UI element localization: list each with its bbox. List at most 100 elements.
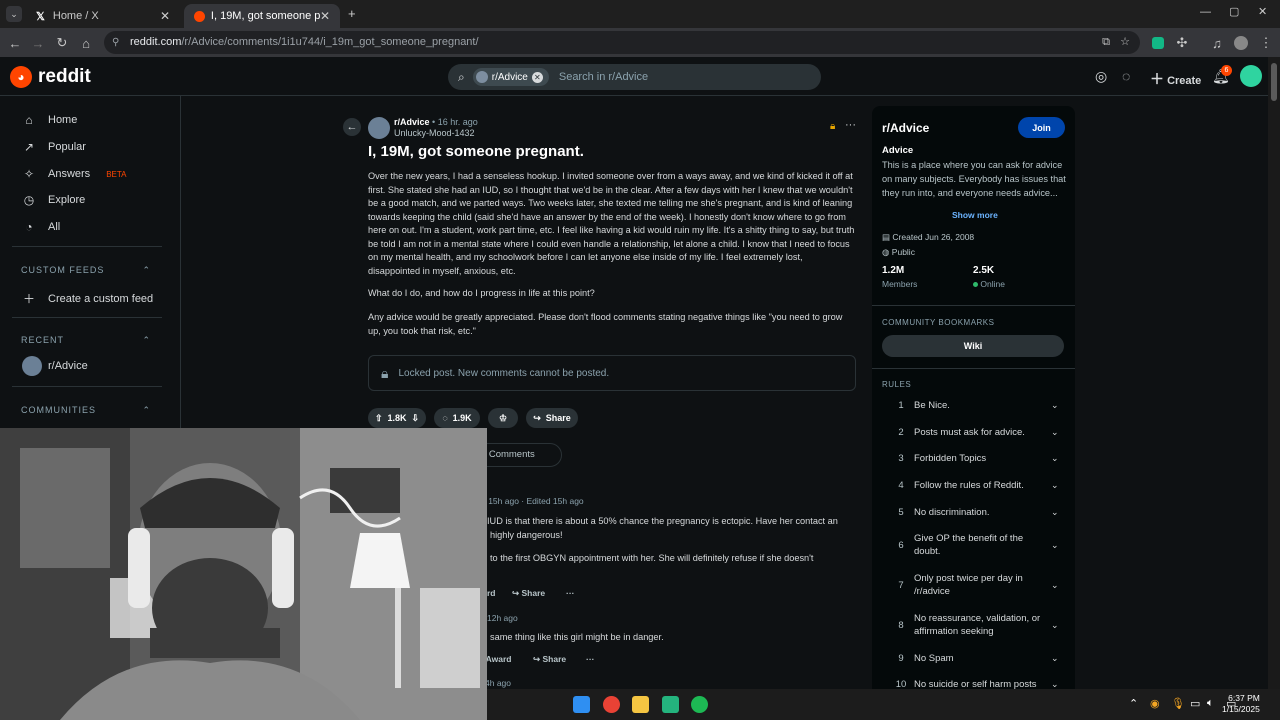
recent-header[interactable]: RECENT ⌃ bbox=[21, 335, 151, 346]
tray-app-icon[interactable]: ◉ bbox=[1150, 697, 1160, 710]
divider bbox=[872, 368, 1075, 369]
back-icon[interactable]: ← bbox=[5, 33, 25, 53]
award-button[interactable]: rd bbox=[487, 588, 496, 598]
taskbar-clock[interactable]: 6:37 PM 1/15/2025 bbox=[1222, 693, 1260, 715]
chevron-down-icon: ⌄ bbox=[1051, 507, 1059, 517]
file-explorer-icon[interactable] bbox=[632, 696, 649, 713]
wiki-button[interactable]: Wiki bbox=[882, 335, 1064, 357]
url-field[interactable]: ⚲ reddit.com/r/Advice/comments/1i1u744/i… bbox=[104, 31, 1140, 54]
community-name[interactable]: r/Advice bbox=[882, 121, 929, 135]
rule-item[interactable]: 2 Posts must ask for advice. ⌄ bbox=[888, 426, 1063, 439]
rule-item[interactable]: 6 Give OP the benefit of the doubt. ⌄ bbox=[888, 532, 1063, 558]
custom-feeds-header[interactable]: CUSTOM FEEDS ⌃ bbox=[21, 265, 151, 276]
award-button[interactable]: ♔ bbox=[488, 408, 518, 428]
advertise-icon[interactable]: ◎ bbox=[1095, 68, 1107, 85]
share-icon: ↪ bbox=[512, 588, 520, 598]
rule-item[interactable]: 9 No Spam ⌄ bbox=[888, 652, 1063, 665]
profile-avatar[interactable] bbox=[1231, 33, 1251, 53]
recent-item-advice[interactable]: r/Advice bbox=[22, 356, 88, 376]
app-icon[interactable] bbox=[662, 696, 679, 713]
section-label: COMMUNITIES bbox=[21, 405, 96, 415]
create-label: Create bbox=[1167, 75, 1202, 87]
post-author[interactable]: Unlucky-Mood-1432 bbox=[394, 128, 475, 138]
rule-item[interactable]: 7 Only post twice per day in /r/advice ⌄ bbox=[888, 572, 1063, 598]
comments-button[interactable]: ◌ 1.9K bbox=[434, 408, 480, 428]
upvote-icon[interactable]: ⇧ bbox=[375, 413, 383, 424]
rule-number: 7 bbox=[898, 579, 904, 591]
share-button[interactable]: ↪ Share bbox=[526, 408, 578, 428]
forward-icon[interactable]: → bbox=[28, 33, 48, 53]
close-icon[interactable]: ✕ bbox=[160, 9, 170, 23]
reddit-logo[interactable]: ◕ reddit bbox=[10, 66, 91, 88]
chrome-icon[interactable] bbox=[603, 696, 620, 713]
site-info-icon[interactable]: ⚲ bbox=[112, 31, 119, 54]
share-label: Share bbox=[545, 413, 571, 423]
scrollbar-thumb[interactable] bbox=[1271, 63, 1277, 101]
close-icon[interactable]: ✕ bbox=[320, 9, 330, 23]
divider bbox=[872, 305, 1075, 306]
chat-icon[interactable]: ◌ bbox=[1122, 68, 1130, 84]
search-scope-chip[interactable]: r/Advice ✕ bbox=[472, 68, 549, 86]
windows-start-icon[interactable] bbox=[573, 696, 590, 713]
rule-label: No Spam bbox=[914, 653, 954, 664]
create-button[interactable]: ＋ Create bbox=[1150, 69, 1201, 89]
rule-item[interactable]: 10 No suicide or self harm posts ⌄ bbox=[888, 679, 1063, 689]
clear-chip-icon[interactable]: ✕ bbox=[531, 71, 543, 83]
tab-search-button[interactable]: ⌄ bbox=[6, 6, 22, 22]
sidebar-item-all[interactable]: ◔ All bbox=[22, 220, 60, 234]
post-subreddit[interactable]: r/Advice • 16 hr. ago bbox=[394, 117, 478, 127]
join-button[interactable]: Join bbox=[1018, 117, 1065, 138]
new-tab-icon[interactable]: + bbox=[348, 6, 356, 21]
divider bbox=[12, 317, 162, 318]
volume-icon[interactable]: 🔈︎ bbox=[1207, 697, 1214, 710]
show-more-button[interactable]: Show more bbox=[952, 210, 998, 220]
share-button[interactable]: ↪ Share bbox=[512, 588, 545, 599]
sidebar-item-answers[interactable]: ✧ Answers BETA bbox=[22, 167, 127, 181]
extension-icon[interactable] bbox=[1148, 33, 1168, 53]
plus-icon: ＋ bbox=[22, 292, 35, 306]
tab-home-x[interactable]: 𝕏 Home / X ✕ bbox=[26, 4, 180, 28]
install-app-icon[interactable]: ⧉ bbox=[1102, 31, 1110, 54]
sidebar-item-popular[interactable]: ↗ Popular bbox=[22, 140, 86, 154]
more-options-icon[interactable]: ··· bbox=[586, 654, 595, 664]
share-button[interactable]: ↪ Share bbox=[533, 654, 566, 665]
microphone-icon[interactable]: 🎙︎ bbox=[1171, 697, 1185, 710]
rule-label: Only post twice per day in /r/advice bbox=[914, 573, 1023, 597]
tab-reddit-post[interactable]: I, 19M, got someone pregnant. ✕ bbox=[184, 4, 340, 28]
extensions-puzzle-icon[interactable]: ✣ bbox=[1172, 33, 1192, 53]
rule-label: Follow the rules of Reddit. bbox=[914, 480, 1024, 491]
home-browser-icon[interactable]: ⌂ bbox=[76, 33, 96, 53]
sidebar-item-explore[interactable]: ◷ Explore bbox=[22, 193, 86, 207]
rule-item[interactable]: 1 Be Nice. ⌄ bbox=[888, 399, 1063, 412]
user-avatar[interactable] bbox=[1240, 65, 1262, 87]
search-input[interactable]: ⌕ r/Advice ✕ Search in r/Advice bbox=[448, 64, 821, 90]
spotify-icon[interactable] bbox=[691, 696, 708, 713]
downvote-icon[interactable]: ⇩ bbox=[412, 413, 420, 424]
browser-menu-icon[interactable]: ⋮ bbox=[1256, 33, 1276, 53]
maximize-icon[interactable]: ▢ bbox=[1229, 5, 1239, 18]
rule-item[interactable]: 3 Forbidden Topics ⌄ bbox=[888, 452, 1063, 465]
rule-item[interactable]: 5 No discrimination. ⌄ bbox=[888, 506, 1063, 519]
subreddit-avatar[interactable] bbox=[368, 117, 390, 139]
close-window-icon[interactable]: ✕ bbox=[1258, 5, 1267, 18]
create-custom-feed[interactable]: ＋ Create a custom feed bbox=[22, 290, 153, 307]
network-icon[interactable]: ▭ bbox=[1190, 697, 1200, 710]
more-options-icon[interactable]: ··· bbox=[566, 588, 575, 598]
page-scrollbar[interactable] bbox=[1268, 57, 1280, 720]
rule-item[interactable]: 8 No reassurance, validation, or affirmat… bbox=[888, 612, 1063, 638]
chevron-up-icon[interactable]: ⌃ bbox=[1129, 697, 1138, 710]
locked-text: Locked post. New comments cannot be post… bbox=[398, 367, 610, 379]
recent-label: r/Advice bbox=[48, 360, 88, 372]
subreddit-avatar bbox=[22, 356, 42, 376]
bookmark-star-icon[interactable]: ☆ bbox=[1120, 31, 1130, 54]
sidebar-item-home[interactable]: ⌂ Home bbox=[22, 113, 77, 127]
section-label: RECENT bbox=[21, 335, 65, 345]
minimize-icon[interactable]: — bbox=[1200, 6, 1211, 18]
rule-item[interactable]: 4 Follow the rules of Reddit. ⌄ bbox=[888, 479, 1063, 492]
more-options-icon[interactable]: ··· bbox=[845, 119, 856, 131]
reload-icon[interactable]: ↻ bbox=[52, 33, 72, 53]
media-icon[interactable]: ♫ bbox=[1207, 33, 1227, 53]
back-button[interactable]: ← bbox=[343, 118, 361, 136]
members-count: 1.2M bbox=[882, 265, 905, 276]
communities-header[interactable]: COMMUNITIES ⌃ bbox=[21, 405, 151, 416]
